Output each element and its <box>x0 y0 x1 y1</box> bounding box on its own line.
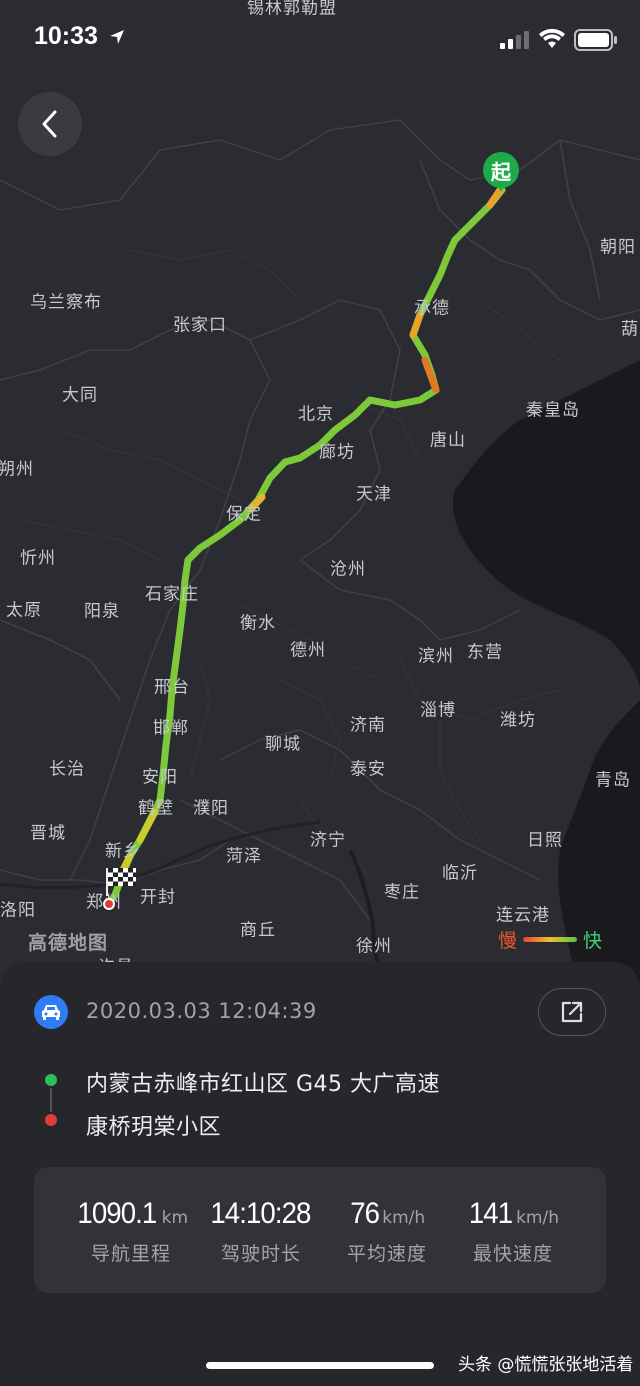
end-address: 康桥玥棠小区 <box>86 1115 222 1140</box>
city-label: 衡水 <box>240 613 276 634</box>
city-label: 长治 <box>49 759 85 780</box>
city-label: 开封 <box>140 887 176 908</box>
legend-fast-label: 快 <box>583 930 603 952</box>
city-label: 连云港 <box>496 905 550 926</box>
car-icon <box>34 995 68 1029</box>
city-label: 朔州 <box>0 459 34 480</box>
stat-duration-value: 14:10:28 <box>209 1197 311 1230</box>
city-label: 济宁 <box>310 830 346 851</box>
stat-avg-speed-unit: km/h <box>382 1208 426 1228</box>
city-label: 潍坊 <box>500 710 536 731</box>
city-label: 东营 <box>467 642 503 663</box>
city-label: 大同 <box>62 385 98 406</box>
city-label: 唐山 <box>430 430 466 451</box>
city-label: 青岛 <box>595 770 631 791</box>
stat-max-speed-unit: km/h <box>516 1208 559 1228</box>
start-marker-label: 起 <box>491 159 511 184</box>
map-logo: 高德地图 <box>28 932 109 954</box>
location-arrow-icon <box>110 30 124 44</box>
city-label: 朝阳 <box>600 237 636 258</box>
city-label: 天津 <box>356 484 392 505</box>
city-label: 济南 <box>350 715 386 736</box>
city-label: 保定 <box>226 504 262 525</box>
city-label: 太原 <box>6 600 42 621</box>
city-label: 鹤壁 <box>138 798 174 819</box>
speed-legend: 慢 快 <box>498 926 602 953</box>
city-label: 德州 <box>290 640 326 661</box>
city-label: 濮阳 <box>193 798 229 819</box>
stat-duration: 14:10:28 驾驶时长 <box>196 1197 326 1266</box>
trip-detail-sheet: 2020.03.03 12:04:39 内蒙古赤峰市红山区 G45 大广高速 康… <box>0 962 640 1386</box>
city-label: 商丘 <box>240 920 276 941</box>
end-marker <box>103 898 115 910</box>
city-label: 晋城 <box>30 823 66 844</box>
stat-distance: 1090.1 km 导航里程 <box>66 1197 196 1266</box>
city-label: 邯郸 <box>153 718 189 739</box>
finish-flag-icon[interactable] <box>104 866 138 900</box>
city-label: 承德 <box>414 298 450 319</box>
city-label: 忻州 <box>20 548 56 569</box>
city-label: 石家庄 <box>145 584 199 605</box>
stat-distance-unit: km <box>161 1208 189 1228</box>
stat-max-speed: 141 km/h 最快速度 <box>448 1197 578 1266</box>
city-label: 安阳 <box>142 767 178 788</box>
city-label: 张家口 <box>173 315 227 336</box>
city-label: 泰安 <box>350 759 386 780</box>
back-button[interactable] <box>18 92 82 156</box>
stat-avg-speed-label: 平均速度 <box>346 1243 427 1265</box>
trip-stats-panel: 1090.1 km 导航里程 14:10:28 驾驶时长 76 km/h 平均速度 … <box>34 1167 606 1293</box>
legend-gradient-bar <box>523 937 578 942</box>
status-bar: 10:33 <box>0 0 640 80</box>
stat-max-speed-label: 最快速度 <box>472 1243 553 1265</box>
city-label: 临沂 <box>442 863 478 884</box>
city-label: 淄博 <box>420 700 456 721</box>
city-label: 滨州 <box>418 646 454 667</box>
stat-duration-label: 驾驶时长 <box>220 1243 301 1265</box>
watermark: 头条 @慌慌张张地活着 <box>458 1355 634 1375</box>
stat-distance-label: 导航里程 <box>90 1243 171 1265</box>
city-label: 洛阳 <box>0 900 36 921</box>
start-marker[interactable]: 起 <box>483 152 519 192</box>
trip-datetime: 2020.03.03 12:04:39 <box>86 999 317 1023</box>
city-borders <box>19 249 561 881</box>
legend-slow-label: 慢 <box>498 930 518 952</box>
stat-max-speed-value: 141 <box>468 1197 513 1230</box>
stat-avg-speed: 76 km/h 平均速度 <box>322 1197 452 1266</box>
city-label: 徐州 <box>356 936 392 957</box>
city-label: 乌兰察布 <box>30 292 102 313</box>
cellular-signal-icon <box>500 31 529 49</box>
city-label: 日照 <box>527 830 563 851</box>
start-dot <box>45 1074 57 1086</box>
home-indicator[interactable] <box>206 1362 434 1369</box>
city-label: 枣庄 <box>384 882 420 903</box>
city-label: 北京 <box>298 404 334 425</box>
chevron-left-icon <box>42 110 57 138</box>
city-label: 新乡 <box>105 841 141 862</box>
city-label: 秦皇岛 <box>526 400 580 421</box>
share-button[interactable] <box>538 988 606 1036</box>
city-label: 邢台 <box>154 677 190 698</box>
start-address: 内蒙古赤峰市红山区 G45 大广高速 <box>86 1072 441 1097</box>
route-connector <box>50 1088 52 1112</box>
status-time: 10:33 <box>34 22 98 50</box>
end-dot <box>45 1114 57 1126</box>
city-label: 沧州 <box>330 559 366 580</box>
route-map[interactable]: 锡林郭勒盟 朝阳 乌兰察布 张家口 承德葫大同 北京 秦皇岛 唐山 廊坊 朔州 天津 保定 忻州 沧州 石家… <box>0 0 640 990</box>
share-icon <box>561 1001 583 1023</box>
city-label: 阳泉 <box>84 601 120 622</box>
wifi-icon <box>539 28 565 48</box>
city-label: 葫 <box>621 319 639 340</box>
city-label: 廊坊 <box>319 442 355 463</box>
city-label: 菏泽 <box>226 846 262 867</box>
stat-distance-value: 1090.1 <box>77 1197 157 1230</box>
battery-icon <box>574 29 617 51</box>
stat-avg-speed-value: 76 <box>350 1197 380 1230</box>
city-label: 聊城 <box>265 734 301 755</box>
